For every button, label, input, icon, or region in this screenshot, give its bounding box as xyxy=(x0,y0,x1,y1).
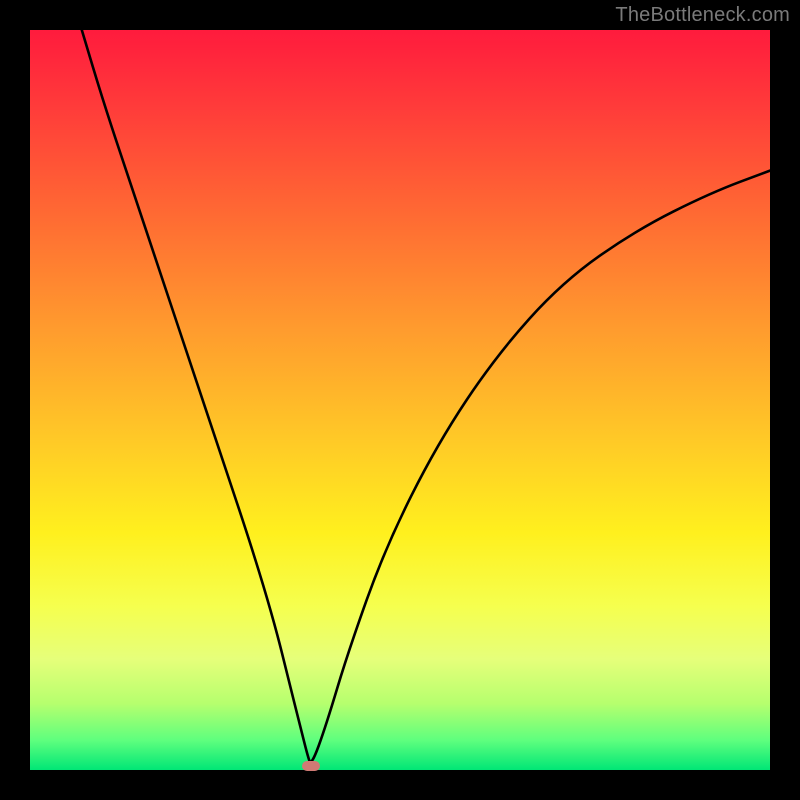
chart-frame: TheBottleneck.com xyxy=(0,0,800,800)
bottleneck-curve xyxy=(30,30,770,770)
minimum-marker xyxy=(302,761,320,771)
watermark-label: TheBottleneck.com xyxy=(615,4,790,27)
